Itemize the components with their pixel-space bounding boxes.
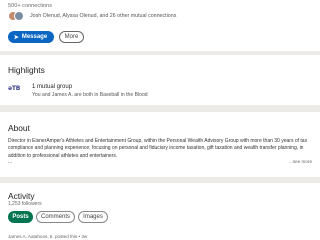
profile-actions: ➤ Message More (8, 31, 84, 43)
message-button-label: Message (21, 34, 48, 40)
message-button[interactable]: ➤ Message (8, 31, 54, 43)
about-text: Director in EisnerAmper's Athletes and E… (8, 138, 308, 159)
followers-count: 1,253 followers (8, 201, 42, 207)
profile-header-card: 500+ connections Josh Olenud, Alyssa Ole… (0, 0, 320, 51)
activity-tabs: Posts Comments Images (8, 211, 108, 223)
about-ellipsis: ... (8, 159, 13, 165)
highlights-card: Highlights əTB 1 mutual group You and Ja… (0, 55, 320, 105)
activity-title: Activity (8, 191, 35, 201)
mutual-avatars (8, 11, 26, 21)
avatar (14, 11, 24, 21)
post-meta: James A. Aatahoos, II. posted this • 3w (8, 234, 88, 239)
tab-images[interactable]: Images (78, 211, 108, 223)
mutual-group-description: You and James A. are both in Baseball in… (32, 92, 148, 98)
group-logo[interactable]: əTB (8, 85, 28, 94)
about-card: About Director in EisnerAmper's Athletes… (0, 112, 320, 177)
tab-comments[interactable]: Comments (36, 211, 75, 223)
highlights-title: Highlights (8, 65, 45, 75)
mutual-connections-text: Josh Olenud, Alyssa Olenud, and 26 other… (30, 13, 177, 19)
activity-card: Activity 1,253 followers Posts Comments … (0, 183, 320, 240)
connections-count[interactable]: 500+ connections (8, 3, 52, 9)
send-icon: ➤ (13, 34, 19, 41)
mutual-group-name[interactable]: 1 mutual group (32, 84, 72, 90)
more-button[interactable]: More (59, 31, 84, 43)
see-more-link[interactable]: ...see more (289, 159, 312, 164)
about-title: About (8, 123, 30, 133)
mutual-connections-row[interactable]: Josh Olenud, Alyssa Olenud, and 26 other… (8, 11, 176, 21)
tab-posts[interactable]: Posts (8, 211, 33, 223)
